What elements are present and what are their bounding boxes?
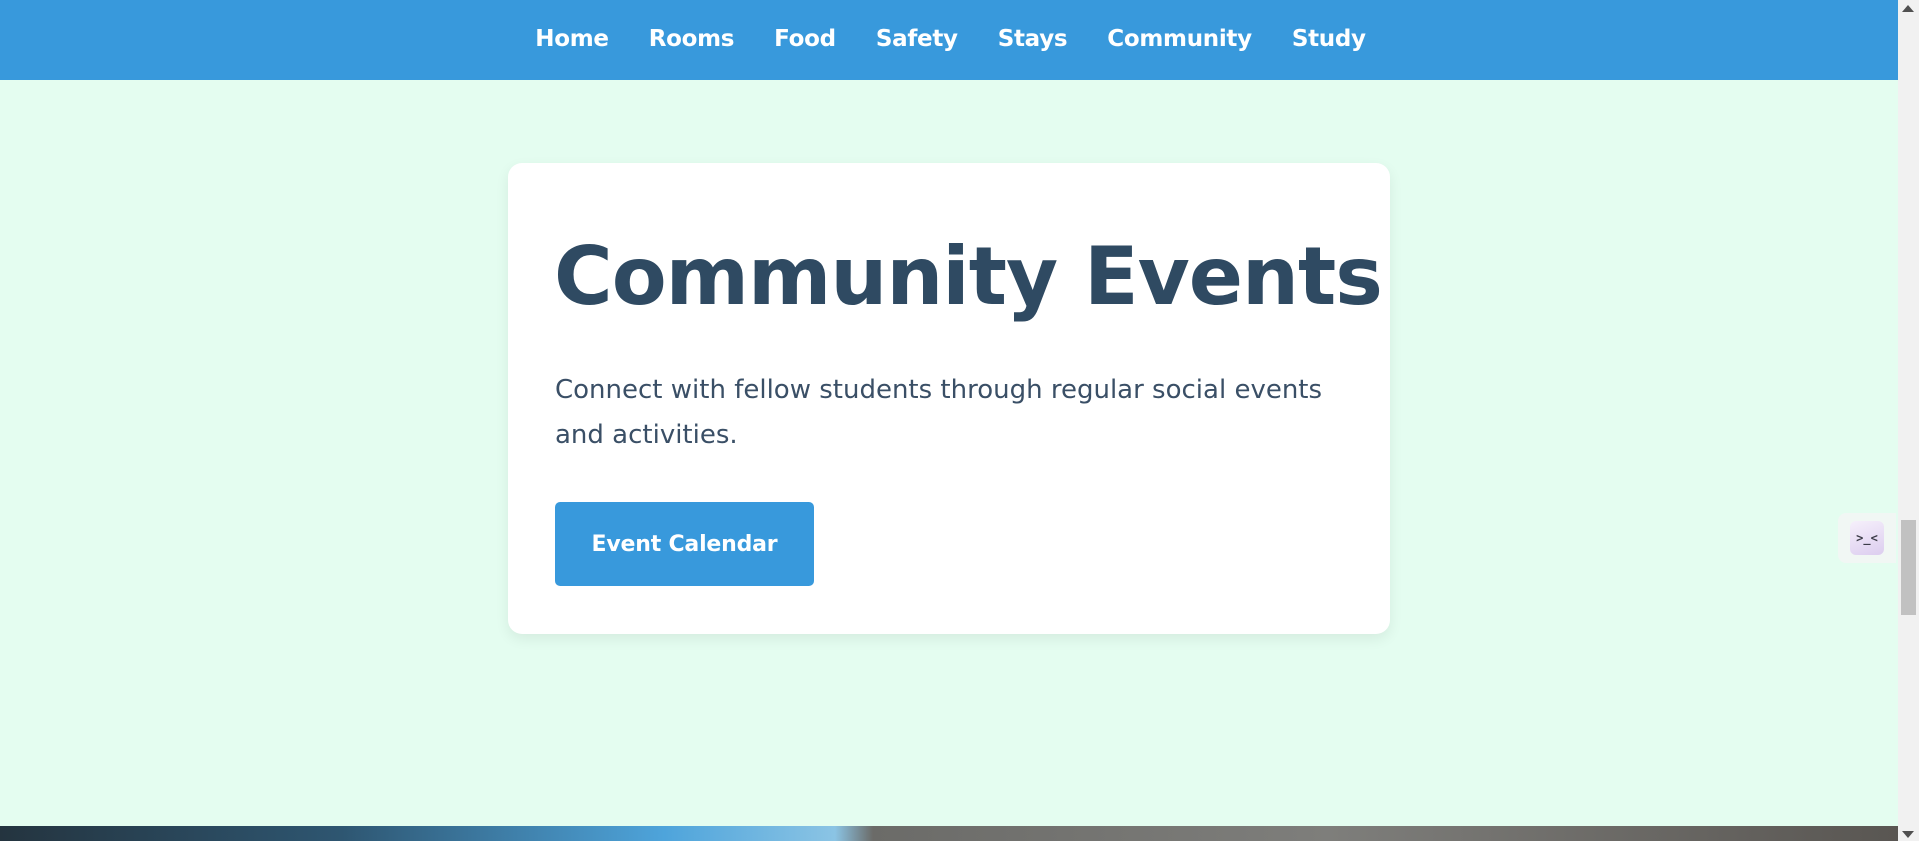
nav-links: Home Rooms Food Safety Stays Community S…: [535, 26, 1366, 52]
page-viewport: Home Rooms Food Safety Stays Community S…: [0, 0, 1898, 841]
event-calendar-button-label: Event Calendar: [591, 531, 778, 557]
scrollbar-thumb[interactable]: [1901, 520, 1916, 615]
nav-link-community[interactable]: Community: [1107, 26, 1252, 52]
vertical-scrollbar[interactable]: [1898, 0, 1919, 841]
terminal-face-glyph: >_<: [1856, 531, 1878, 545]
top-navbar: Home Rooms Food Safety Stays Community S…: [0, 0, 1898, 80]
nav-link-food[interactable]: Food: [774, 26, 836, 52]
nav-link-study[interactable]: Study: [1292, 26, 1366, 52]
scroll-up-arrow-icon[interactable]: [1902, 5, 1914, 12]
community-events-card: Community Events Connect with fellow stu…: [508, 163, 1390, 634]
floating-tool-widget[interactable]: >_<: [1838, 513, 1896, 563]
card-title: Community Events: [554, 230, 1383, 323]
nav-link-stays[interactable]: Stays: [998, 26, 1068, 52]
nav-link-rooms[interactable]: Rooms: [649, 26, 735, 52]
nav-link-home[interactable]: Home: [535, 26, 609, 52]
card-description: Connect with fellow students through reg…: [555, 375, 1323, 450]
scroll-down-arrow-icon[interactable]: [1902, 831, 1914, 838]
terminal-face-icon: >_<: [1850, 521, 1884, 555]
event-calendar-button[interactable]: Event Calendar: [555, 502, 814, 586]
next-section-image-edge: [0, 826, 1898, 841]
nav-link-safety[interactable]: Safety: [876, 26, 958, 52]
